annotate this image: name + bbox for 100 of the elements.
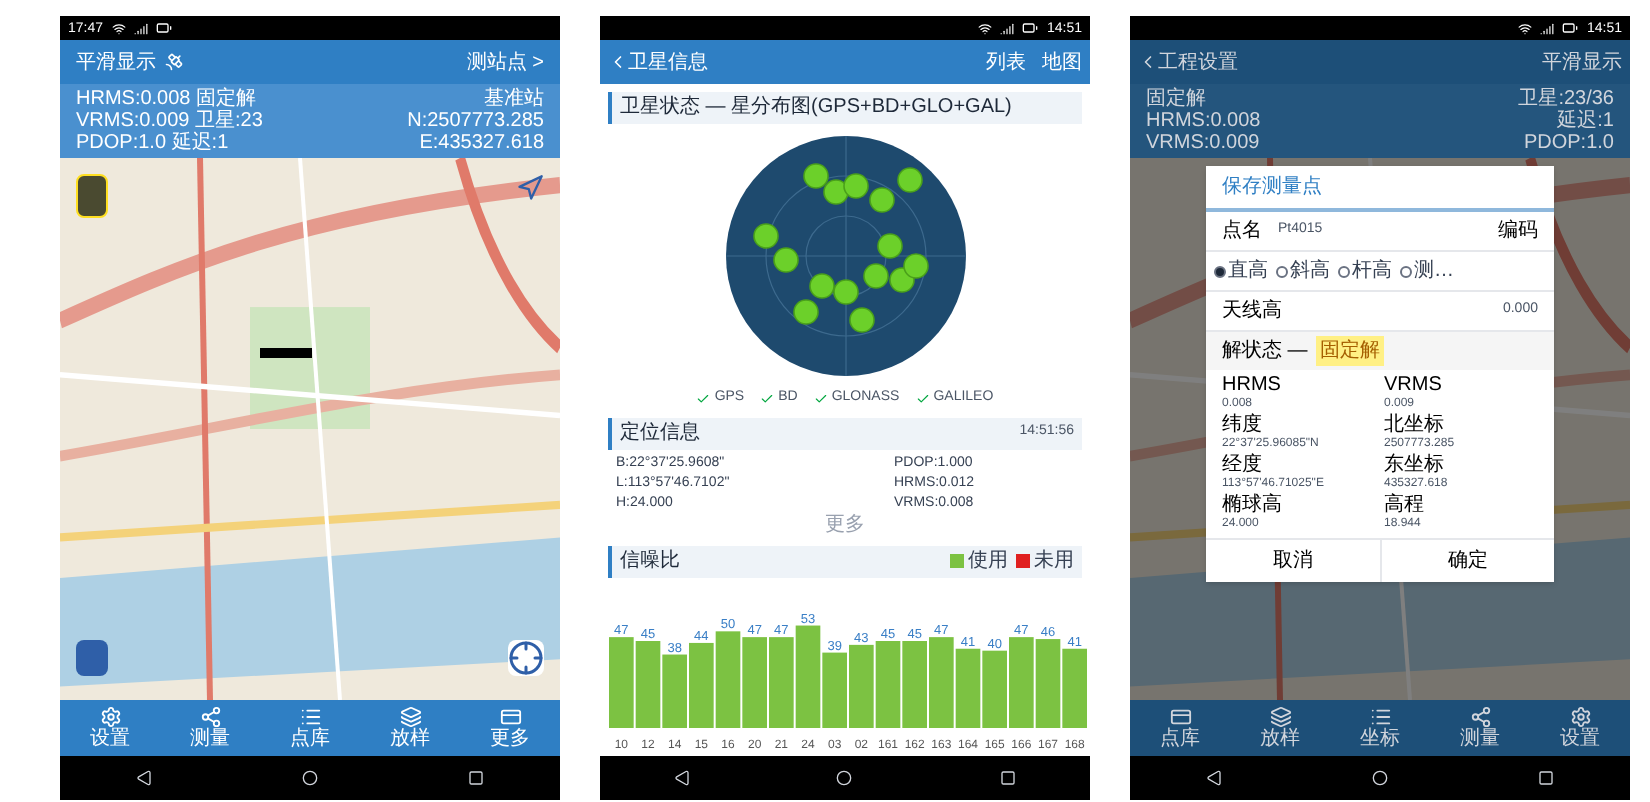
height-radio[interactable]: 杆高	[1338, 256, 1392, 286]
gear-icon	[99, 706, 121, 728]
battery-icon	[1022, 20, 1039, 36]
snr-bar	[875, 641, 901, 728]
satellite-dot	[772, 247, 798, 273]
snr-bar	[662, 654, 687, 728]
nav-tab[interactable]: 更多	[490, 706, 530, 750]
field-label: 天线高	[1222, 297, 1282, 326]
layer-button[interactable]	[76, 174, 108, 218]
field-label: 编码	[1498, 217, 1538, 246]
field-label: HRMS	[1222, 374, 1283, 396]
target-icon[interactable]	[508, 640, 544, 676]
snr-bar	[1062, 648, 1087, 728]
nav-tab[interactable]: 测量	[190, 706, 230, 750]
wifi-icon	[111, 21, 126, 35]
layers-icon	[1269, 706, 1291, 728]
nav-tab[interactable]: 点库	[290, 706, 330, 750]
height-radio[interactable]: 测…	[1400, 256, 1454, 286]
satellite-dot	[752, 223, 778, 249]
satellite-icon	[164, 52, 184, 72]
info-text: 延迟:1	[1557, 110, 1614, 132]
snr-bar	[795, 625, 821, 728]
snr-bar	[982, 650, 1007, 728]
back-link[interactable]: 卫星信息	[608, 47, 708, 77]
snr-bar	[609, 637, 634, 728]
snr-bar	[715, 631, 741, 728]
snr-bar	[822, 652, 847, 728]
field-label: 点名	[1222, 217, 1262, 246]
locate-button[interactable]	[76, 640, 108, 676]
satellite-dot	[808, 273, 834, 299]
info-text: HRMS:0.008 固定解	[76, 88, 259, 110]
field-label: 高程	[1384, 494, 1426, 516]
satellite-dot	[848, 307, 874, 333]
toolbar-action[interactable]: 平滑显示	[1542, 47, 1622, 77]
section-title: 定位信息	[620, 423, 700, 443]
field-label: VRMS	[1384, 374, 1444, 396]
nav-tab[interactable]: 坐标	[1360, 706, 1400, 750]
battery-icon	[155, 20, 172, 36]
info-text: E:435327.618	[419, 132, 544, 154]
signal-icon	[1540, 21, 1555, 35]
height-radio[interactable]: 直高	[1214, 256, 1268, 286]
section-title: 卫星状态 — 星分布图(GPS+BD+GLO+GAL)	[620, 98, 1012, 118]
direction-marker	[260, 348, 312, 358]
battery-icon	[1562, 20, 1579, 36]
snr-bar	[689, 642, 714, 728]
toolbar-action[interactable]: 列表	[986, 47, 1026, 77]
nodes-icon	[1469, 706, 1491, 728]
section-title: 信噪比	[620, 551, 680, 571]
legend-swatch	[950, 554, 964, 568]
recents-icon[interactable]	[1000, 770, 1017, 786]
nav-tab[interactable]: 点库	[1160, 706, 1200, 750]
recents-icon[interactable]	[468, 770, 485, 786]
home-icon[interactable]	[1371, 770, 1388, 786]
satellite-dot	[868, 187, 894, 213]
dialog-title: 保存测量点	[1206, 166, 1554, 212]
nav-tab[interactable]: 放样	[1260, 706, 1300, 750]
satellite-dot	[876, 233, 902, 259]
compass-icon[interactable]	[516, 174, 544, 202]
app-title: 平滑显示	[76, 49, 156, 77]
home-icon[interactable]	[301, 770, 318, 786]
field-label: 纬度	[1222, 414, 1264, 436]
info-text: 固定解	[1146, 88, 1208, 110]
dialog-button[interactable]: 确定	[1379, 540, 1554, 582]
home-icon[interactable]	[836, 770, 853, 786]
wifi-icon	[1518, 21, 1533, 35]
satellite-dot	[832, 279, 858, 305]
snr-bar	[849, 644, 874, 728]
toolbar-action[interactable]: 地图	[1042, 47, 1082, 77]
snr-bar	[1035, 639, 1061, 728]
satellite-dot	[842, 173, 868, 199]
dialog-button[interactable]: 取消	[1206, 540, 1379, 582]
back-icon[interactable]	[1205, 770, 1222, 786]
snr-bar	[742, 637, 767, 728]
satellite-dot	[896, 167, 922, 193]
nav-tab[interactable]: 设置	[1560, 706, 1600, 750]
field-label: 解状态 —	[1222, 337, 1308, 366]
back-icon[interactable]	[673, 770, 690, 786]
info-text: N:2507773.285	[407, 110, 544, 132]
gear-icon	[1569, 706, 1591, 728]
card-icon	[499, 706, 521, 728]
height-radio[interactable]: 斜高	[1276, 256, 1330, 286]
nav-tab[interactable]: 放样	[390, 706, 430, 750]
card-icon	[1169, 706, 1191, 728]
back-link[interactable]: 工程设置	[1138, 47, 1238, 77]
recents-icon[interactable]	[1538, 770, 1555, 786]
station-link[interactable]: 测站点 >	[466, 47, 544, 77]
legend-label: 使用	[968, 551, 1008, 571]
nav-tab[interactable]: 设置	[90, 706, 130, 750]
back-icon[interactable]	[135, 770, 152, 786]
snr-bar	[1009, 637, 1034, 728]
snr-bar	[955, 648, 981, 728]
satellite-dot	[792, 299, 818, 325]
solution-badge: 固定解	[1315, 336, 1384, 366]
nav-tab[interactable]: 测量	[1460, 706, 1500, 750]
info-text: HRMS:0.008	[1146, 110, 1261, 132]
satellite-dot	[862, 263, 888, 289]
field-label: 经度	[1222, 454, 1264, 476]
satellite-dot	[802, 163, 828, 189]
info-text: 卫星:23/36	[1518, 88, 1614, 110]
info-text: 基准站	[484, 88, 544, 110]
